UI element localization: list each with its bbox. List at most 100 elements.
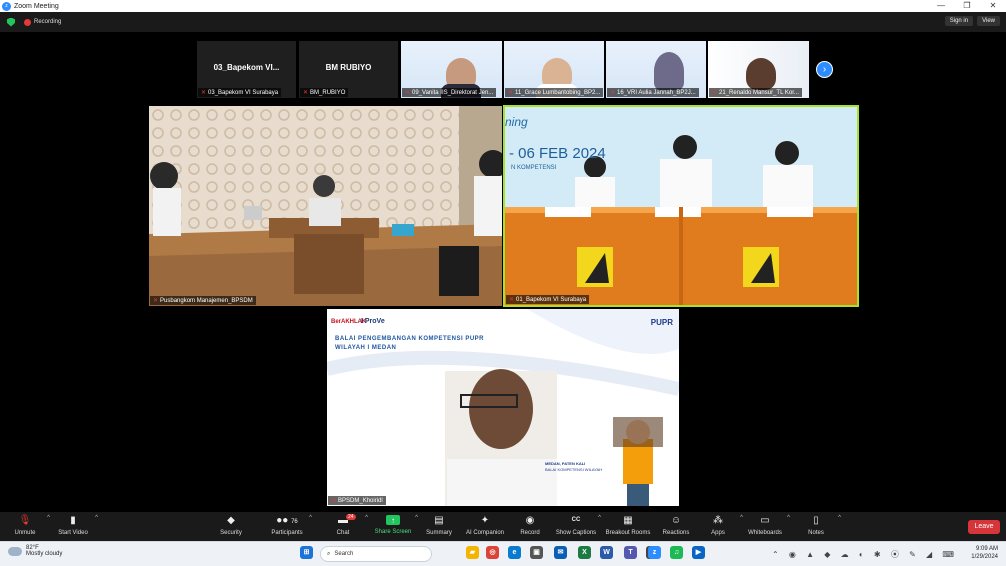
participant-name-label: ✕ 03_Bapekom VI Surabaya <box>198 88 282 97</box>
apps-button[interactable]: ⁂ ^ Apps <box>693 515 743 536</box>
encryption-shield-icon[interactable] <box>7 17 15 27</box>
media-player-icon[interactable]: ▶ <box>692 546 705 559</box>
participant-tile[interactable]: ✕ 16_VRI Aulia Jannah_BP2J... <box>606 41 706 98</box>
muted-microphone-icon: 🎙 <box>18 515 32 526</box>
show-captions-button[interactable]: CC ^ Show Captions <box>551 515 601 536</box>
mail-icon[interactable]: ✉ <box>554 546 567 559</box>
word-icon[interactable]: W <box>600 546 613 559</box>
sparkle-icon: ✦ <box>480 515 490 526</box>
chevron-up-icon[interactable]: ^ <box>787 515 790 521</box>
participant-name-label: ✕ BM_RUBIYO <box>300 88 349 97</box>
share-screen-button[interactable]: ↑ ^ Share Screen <box>368 515 418 535</box>
start-video-button[interactable]: ▮ ^ Start Video <box>48 515 98 536</box>
stage-scene <box>505 107 857 305</box>
banner-subtitle: N KOMPETENSI <box>511 165 557 171</box>
search-icon: ⌕ <box>327 550 331 557</box>
participant-video-tile[interactable]: ✕ Pusbangkom Manajemen_BPSDM <box>149 106 502 306</box>
unmute-button[interactable]: 🎙 ^ Unmute <box>0 515 50 536</box>
meeting-toolbar: 🎙 ^ Unmute ▮ ^ Start Video ◆ Security ●●… <box>0 512 1006 541</box>
participant-name-label: ✕ 16_VRI Aulia Jannah_BP2J... <box>607 88 699 97</box>
teams-icon[interactable]: T <box>624 546 637 559</box>
record-icon: ◉ <box>525 515 535 526</box>
heading-line-2: WILAYAH I MEDAN <box>335 345 397 351</box>
caption-line-1: MEDAN, PATEN KALI <box>545 461 586 466</box>
prove-logo: I ProVe <box>361 318 385 325</box>
participant-name-label: ✕ 11_Grace Lumbantobing_BP2... <box>505 88 603 97</box>
chat-button[interactable]: ▬ 24 ^ Chat <box>318 514 368 536</box>
apps-icon: ⁂ <box>713 515 723 526</box>
store-icon[interactable]: ▣ <box>530 546 543 559</box>
chevron-up-icon[interactable]: ^ <box>598 515 601 521</box>
shield-icon: ◆ <box>227 515 235 526</box>
participant-name-label: ✕ 21_Renaldo Mansur_TL Kor... <box>709 88 802 97</box>
chevron-up-icon[interactable]: ^ <box>309 515 312 521</box>
conference-room-scene <box>149 106 502 306</box>
record-button[interactable]: ◉ Record <box>505 515 555 536</box>
security-button[interactable]: ◆ Security <box>206 515 256 536</box>
cloud-icon <box>8 546 22 556</box>
participant-tile[interactable]: 03_Bapekom VI... ✕ 03_Bapekom VI Surabaya <box>197 41 296 98</box>
participants-button[interactable]: ●● 76 ^ Participants <box>262 515 312 536</box>
active-speaker-video-tile[interactable]: ning - 06 FEB 2024 N KOMPETENSI ✕ 01_Bape… <box>503 105 859 307</box>
weather-condition: Mostly cloudy <box>26 551 63 557</box>
whiteboards-button[interactable]: ▭ ^ Whiteboards <box>740 515 790 536</box>
participant-video-tile[interactable]: BerAKHLAK I ProVe PUPR BALAI PENGEMBANGA… <box>327 309 679 506</box>
participant-tile[interactable]: ✕ 09_Vanita IIS_Direktorat Jen... <box>401 41 502 98</box>
chat-bubble-icon: ▬ <box>338 515 348 526</box>
caption-line-2: BALAI KOMPETENSI WILAYAH <box>545 467 603 472</box>
recording-icon <box>24 18 31 26</box>
windows-start-icon[interactable]: ⊞ <box>300 546 313 559</box>
video-off-icon: ▮ <box>70 515 76 526</box>
breakout-rooms-button[interactable]: ▦ Breakout Rooms <box>603 515 653 536</box>
banner-date: - 06 FEB 2024 <box>509 145 606 162</box>
maximize-button[interactable]: ❐ <box>954 0 980 12</box>
participant-name-label: ✕ BPSDM_Khoiridl <box>328 496 386 505</box>
participant-center-name: BM RUBIYO <box>325 63 372 72</box>
system-tray-icons[interactable]: ⌃ ◉ ▲ ◆ ☁ ◐ ✱ ⦿ ✎ ◢ ⌨ <box>772 549 958 560</box>
clock-time: 9:09 AM <box>975 546 998 552</box>
ai-companion-button[interactable]: ✦ AI Companion <box>460 515 510 536</box>
file-explorer-icon[interactable]: ▰ <box>466 546 479 559</box>
taskbar-search[interactable]: ⌕ Search <box>320 546 432 562</box>
next-page-arrow-icon[interactable]: › <box>816 61 833 78</box>
close-button[interactable]: ✕ <box>980 0 1006 12</box>
grid-icon: ▦ <box>623 515 633 526</box>
whiteboard-icon: ▭ <box>760 515 770 526</box>
summary-icon: ▤ <box>434 515 444 526</box>
view-button[interactable]: View <box>977 16 1000 26</box>
banner-word: ning <box>505 115 528 129</box>
sign-in-button[interactable]: Sign in <box>944 16 974 26</box>
participant-center-name: 03_Bapekom VI... <box>213 63 280 72</box>
notes-icon: ▯ <box>813 515 819 526</box>
participant-tile[interactable]: BM RUBIYO ✕ BM_RUBIYO <box>299 41 398 98</box>
spotify-icon[interactable]: ♫ <box>670 546 683 559</box>
zoom-taskbar-icon[interactable]: z <box>648 546 661 559</box>
participant-tile[interactable]: ✕ 11_Grace Lumbantobing_BP2... <box>504 41 604 98</box>
clock-date: 1/29/2024 <box>971 554 998 560</box>
participants-count: 76 <box>291 519 298 525</box>
chat-unread-badge: 24 <box>346 514 356 520</box>
chevron-up-icon[interactable]: ^ <box>838 515 841 521</box>
excel-icon[interactable]: X <box>578 546 591 559</box>
leave-button[interactable]: Leave <box>968 520 1000 534</box>
notes-button[interactable]: ▯ ^ Notes <box>791 515 841 536</box>
os-taskbar: 82°F Mostly cloudy ⊞ ⌕ Search ▰ ◎ e ▣ ✉ … <box>0 541 1006 566</box>
chevron-up-icon[interactable]: ^ <box>95 515 98 521</box>
share-arrow-icon: ↑ <box>386 515 400 525</box>
zoom-logo-icon: z <box>2 1 11 11</box>
meeting-top-bar: Recording Sign in View <box>0 12 1006 32</box>
participant-tile[interactable]: ✕ 21_Renaldo Mansur_TL Kor... <box>708 41 809 98</box>
minimize-button[interactable]: — <box>928 0 954 12</box>
heading-line-1: BALAI PENGEMBANGAN KOMPETENSI PUPR <box>335 336 485 342</box>
window-title-bar: z Zoom Meeting — ❐ ✕ <box>0 0 1006 12</box>
participant-name-label: ✕ 09_Vanita IIS_Direktorat Jen... <box>402 88 497 97</box>
summary-button[interactable]: ▤ Summary <box>414 515 464 536</box>
weather-widget[interactable]: 82°F Mostly cloudy <box>8 545 62 557</box>
cc-icon: CC <box>571 517 581 523</box>
clock[interactable]: 9:09 AM 1/29/2024 <box>971 545 998 561</box>
window-title: Zoom Meeting <box>14 2 59 10</box>
recording-label[interactable]: Recording <box>34 19 61 25</box>
edge-icon[interactable]: e <box>508 546 521 559</box>
chrome-icon[interactable]: ◎ <box>486 546 499 559</box>
participant-name-label: ✕ 01_Bapekom VI Surabaya <box>506 295 590 304</box>
